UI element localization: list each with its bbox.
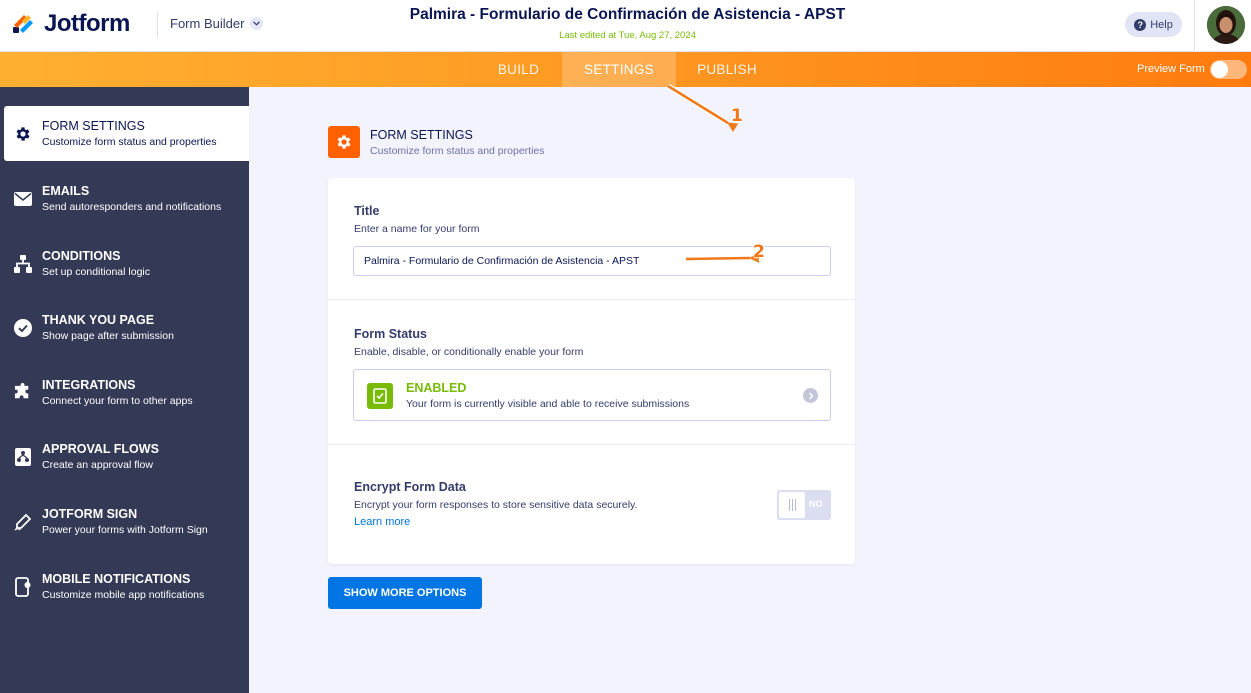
sidebar-item-form-settings[interactable]: FORM SETTINGS Customize form status and … xyxy=(4,106,249,161)
sidebar-item-sub: Power your forms with Jotform Sign xyxy=(42,524,208,536)
puzzle-icon xyxy=(13,383,33,403)
settings-card: Title Enter a name for your form Palmira… xyxy=(328,178,855,564)
sidebar-item-integrations[interactable]: INTEGRATIONS Connect your form to other … xyxy=(0,365,249,420)
show-more-options-button[interactable]: SHOW MORE OPTIONS xyxy=(328,577,482,609)
sidebar-item-sub: Send autoresponders and notifications xyxy=(42,201,222,213)
help-button[interactable]: ? Help xyxy=(1125,12,1182,37)
jotform-logo-icon xyxy=(13,15,33,33)
encrypt-description: Encrypt your form responses to store sen… xyxy=(354,499,638,511)
encrypt-toggle[interactable]: NO xyxy=(777,490,831,520)
sidebar-item-sub: Connect your form to other apps xyxy=(42,395,193,407)
builder-navbar: BUILD SETTINGS PUBLISH Preview Form xyxy=(0,52,1251,87)
title-label: Title xyxy=(354,204,380,218)
sidebar-item-sub: Create an approval flow xyxy=(42,459,153,471)
arrow-1 xyxy=(667,84,739,132)
sidebar-item-title: FORM SETTINGS xyxy=(42,119,145,133)
jotform-logo[interactable]: Jotform xyxy=(10,10,130,38)
top-header: Jotform Form Builder Palmira - Formulari… xyxy=(0,0,1251,52)
sidebar-item-approval-flows[interactable]: APPROVAL FLOWS Create an approval flow xyxy=(0,429,249,484)
form-title[interactable]: Palmira - Formulario de Confirmación de … xyxy=(300,6,955,24)
last-edited-text: Last edited at Tue, Aug 27, 2024 xyxy=(559,30,696,41)
form-builder-dropdown[interactable]: Form Builder xyxy=(170,16,264,31)
sidebar-item-title: INTEGRATIONS xyxy=(42,378,136,392)
enabled-form-icon xyxy=(367,383,393,409)
section-title: FORM SETTINGS xyxy=(370,127,473,142)
status-detail: Your form is currently visible and able … xyxy=(406,398,690,410)
gear-icon xyxy=(328,126,360,158)
mobile-bell-icon xyxy=(13,576,33,597)
learn-more-link[interactable]: Learn more xyxy=(354,516,410,528)
sidebar-item-title: APPROVAL FLOWS xyxy=(42,442,159,456)
sidebar-item-title: EMAILS xyxy=(42,184,90,198)
title-description: Enter a name for your form xyxy=(354,223,480,235)
header-divider xyxy=(157,12,158,38)
envelope-icon xyxy=(13,189,33,209)
sidebar-item-sub: Show page after submission xyxy=(42,330,174,342)
flow-icon xyxy=(13,447,33,467)
section-subtitle: Customize form status and properties xyxy=(370,144,545,157)
sidebar-item-thank-you-page[interactable]: THANK YOU PAGE Show page after submissio… xyxy=(0,300,249,355)
form-status-selector[interactable]: ENABLED Your form is currently visible a… xyxy=(353,369,831,421)
help-label: Help xyxy=(1150,18,1173,31)
sidebar-item-conditions[interactable]: CONDITIONS Set up conditional logic xyxy=(0,236,249,291)
encrypt-label: Encrypt Form Data xyxy=(354,480,466,494)
sidebar-item-title: MOBILE NOTIFICATIONS xyxy=(42,572,191,586)
user-avatar[interactable] xyxy=(1207,6,1245,44)
preview-form-toggle[interactable] xyxy=(1210,60,1247,79)
status-label: Form Status xyxy=(354,327,427,341)
pen-icon xyxy=(13,512,33,532)
status-description: Enable, disable, or conditionally enable… xyxy=(354,346,584,358)
sidebar-item-emails[interactable]: EMAILS Send autoresponders and notificat… xyxy=(0,171,249,226)
header-separator xyxy=(1194,0,1195,52)
section-header: FORM SETTINGS Customize form status and … xyxy=(328,126,545,158)
brand-name: Jotform xyxy=(44,10,130,37)
status-value: ENABLED xyxy=(406,381,467,395)
sidebar-item-sub: Set up conditional logic xyxy=(42,266,150,278)
chevron-right-icon xyxy=(803,388,818,403)
annotation-number-1: 1 xyxy=(731,106,743,126)
sidebar-item-jotform-sign[interactable]: JOTFORM SIGN Power your forms with Jotfo… xyxy=(0,494,249,549)
question-icon: ? xyxy=(1134,18,1147,31)
check-circle-icon xyxy=(13,318,33,338)
gear-icon xyxy=(13,124,33,144)
toggle-state: NO xyxy=(809,499,823,509)
hierarchy-icon xyxy=(13,254,33,274)
sidebar-item-title: CONDITIONS xyxy=(42,249,121,263)
sidebar-item-title: JOTFORM SIGN xyxy=(42,507,138,521)
sidebar-item-title: THANK YOU PAGE xyxy=(42,313,155,327)
tab-build[interactable]: BUILD xyxy=(476,52,561,87)
annotation-number-2: 2 xyxy=(753,242,765,262)
tab-publish[interactable]: PUBLISH xyxy=(678,52,776,87)
form-builder-label: Form Builder xyxy=(170,16,245,31)
title-block: Title Enter a name for your form Palmira… xyxy=(328,178,855,300)
sidebar-item-sub: Customize form status and properties xyxy=(42,136,217,148)
preview-form-label: Preview Form xyxy=(1137,63,1205,75)
sidebar-item-mobile-notifications[interactable]: MOBILE NOTIFICATIONS Customize mobile ap… xyxy=(0,559,249,614)
sidebar-item-sub: Customize mobile app notifications xyxy=(42,589,205,601)
toggle-handle xyxy=(779,492,805,518)
chevron-down-icon xyxy=(250,17,264,30)
form-title-area: Palmira - Formulario de Confirmación de … xyxy=(300,6,955,41)
settings-sidebar: FORM SETTINGS Customize form status and … xyxy=(0,87,249,693)
avatar-image xyxy=(1207,6,1245,44)
toggle-knob xyxy=(1211,61,1228,78)
tab-settings[interactable]: SETTINGS xyxy=(562,52,676,87)
